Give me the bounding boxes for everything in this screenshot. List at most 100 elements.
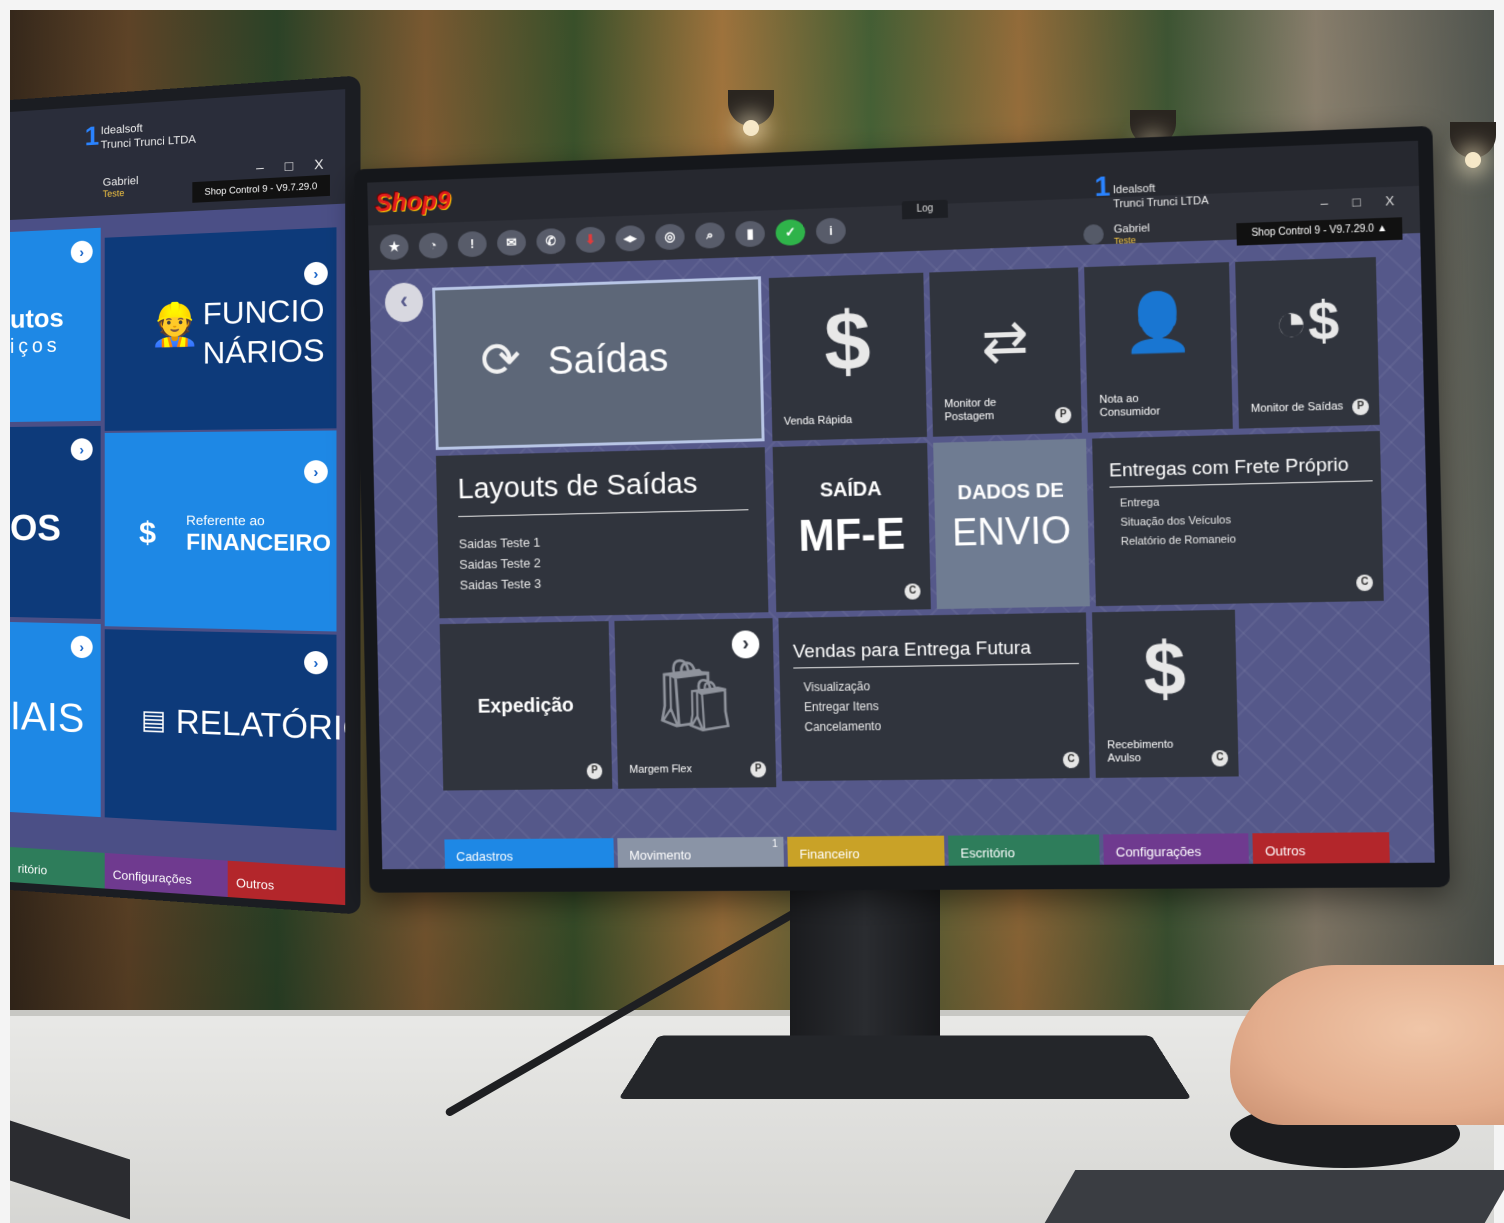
layouts-list: Saidas Teste 1 Saidas Teste 2 Saidas Tes… bbox=[459, 532, 542, 596]
tile-saidas[interactable]: ⟳ Saídas bbox=[432, 276, 765, 451]
chevron-right-icon[interactable]: › bbox=[304, 460, 328, 484]
instagram-icon[interactable]: ◎ bbox=[655, 223, 685, 251]
tile-expedicao[interactable]: Expedição P bbox=[439, 621, 613, 791]
tile-margem-flex[interactable]: › 🛍 Margem Flex P bbox=[614, 618, 777, 789]
tab-movimento[interactable]: Movimento 1 bbox=[617, 836, 784, 868]
tile-os[interactable]: › OS bbox=[10, 425, 101, 619]
toolbar-icons: ★ ◔! ✉ ✆ ⬇ ◂▸ ◎ ⌕ ▮ ✓ i bbox=[379, 217, 847, 261]
star-icon[interactable]: ★ bbox=[379, 233, 409, 261]
chart-dollar-icon: ◔$ bbox=[1273, 290, 1340, 354]
tab-cadastros[interactable]: Cadastros bbox=[444, 838, 615, 869]
shop9-logo: Shop9 bbox=[374, 185, 452, 218]
tab-escritorio[interactable]: Escritório bbox=[948, 834, 1100, 866]
company-info: Idealsoft Trunci Trunci LTDA bbox=[100, 122, 196, 152]
c-badge: C bbox=[904, 583, 921, 600]
list-item[interactable]: Situação dos Veículos bbox=[1120, 511, 1235, 533]
tile-recebimento-avulso[interactable]: $ Recebimento Avulso C bbox=[1092, 609, 1239, 778]
tile-relatorios[interactable]: › ▤ RELATÓRIOS bbox=[104, 629, 345, 831]
chevron-right-icon[interactable]: › bbox=[70, 635, 93, 659]
worker-icon: 👷 bbox=[149, 301, 201, 349]
back-button[interactable]: ‹ bbox=[384, 282, 424, 323]
dollar-icon: $ bbox=[1142, 625, 1187, 711]
version-label: Shop Control 9 - V9.7.29.0 bbox=[192, 174, 330, 203]
chevron-right-icon[interactable]: › bbox=[304, 650, 328, 675]
hand bbox=[1230, 965, 1504, 1125]
tile-entregas-frete[interactable]: Entregas com Frete Próprio Entrega Situa… bbox=[1092, 430, 1384, 607]
person-receipt-icon: 👤 bbox=[1121, 288, 1194, 355]
list-item[interactable]: Entrega bbox=[1120, 492, 1235, 514]
list-item[interactable]: Relatório de Romaneio bbox=[1121, 530, 1236, 552]
tile-funcionarios[interactable]: › 👷 FUNCIO NÁRIOS bbox=[104, 227, 337, 431]
tab-outros[interactable]: Outros bbox=[1252, 832, 1390, 864]
chevron-right-icon[interactable]: › bbox=[70, 240, 93, 264]
log-tab[interactable]: Log bbox=[901, 199, 949, 220]
shopping-bag-icon: 🛍 bbox=[649, 655, 741, 737]
exchange-arrows-icon: ⇄ bbox=[980, 308, 1030, 374]
tile-financeiro[interactable]: › $ Referente ao FINANCEIRO bbox=[104, 430, 337, 632]
report-icon: ▤ bbox=[141, 703, 167, 736]
list-item[interactable]: Visualização bbox=[803, 676, 880, 697]
tile-monitor-postagem[interactable]: ⇄ Monitor de Postagem P bbox=[929, 267, 1082, 437]
tile-venda-rapida[interactable]: $ Venda Rápida bbox=[768, 272, 928, 442]
left-monitor: 1 Idealsoft Trunci Trunci LTDA – □ X Gab… bbox=[10, 75, 361, 915]
window-controls[interactable]: – □ X bbox=[1320, 193, 1405, 211]
user-info: Gabriel Teste bbox=[102, 174, 139, 200]
tile-monitor-saidas[interactable]: ◔$ Monitor de Saídas P bbox=[1235, 257, 1380, 429]
list-item[interactable]: Saidas Teste 1 bbox=[459, 532, 541, 554]
version-label: Shop Control 9 - V9.7.29.0 ▲ bbox=[1236, 217, 1403, 246]
keyboard bbox=[1044, 1170, 1504, 1223]
window-controls[interactable]: – □ X bbox=[256, 156, 332, 176]
box-arrow-icon: ⟳ bbox=[479, 331, 522, 389]
remote-access-icon[interactable]: ◂▸ bbox=[615, 224, 645, 252]
search-icon[interactable]: ⌕ bbox=[695, 222, 725, 249]
chevron-right-icon[interactable]: › bbox=[70, 438, 93, 461]
list-item[interactable]: Cancelamento bbox=[804, 716, 881, 737]
c-badge: C bbox=[1356, 574, 1374, 592]
tile-produtos-servicos[interactable]: › utos iços bbox=[10, 227, 101, 422]
c-badge: C bbox=[1062, 751, 1080, 769]
user-info: Gabriel Teste bbox=[1083, 222, 1151, 246]
speedometer-icon[interactable]: ◔ bbox=[418, 232, 448, 259]
tile-vendas-entrega-futura[interactable]: Vendas para Entrega Futura Visualização … bbox=[778, 612, 1090, 782]
tab-configuracoes[interactable]: Configurações bbox=[1103, 833, 1249, 865]
list-item[interactable]: Entregar Itens bbox=[804, 696, 881, 717]
whatsapp-icon[interactable]: ✆ bbox=[536, 227, 566, 255]
tile-materiais[interactable]: › IAIS bbox=[10, 622, 101, 818]
left-screen: 1 Idealsoft Trunci Trunci LTDA – □ X Gab… bbox=[10, 89, 346, 906]
p-badge: P bbox=[750, 761, 767, 778]
main-monitor: Shop9 ★ ◔! ✉ ✆ ⬇ ◂▸ ◎ ⌕ ▮ ✓ i Log 1 Idealsoft Trun… bbox=[353, 125, 1450, 893]
p-badge: P bbox=[1054, 406, 1072, 424]
tile-saida-mfe[interactable]: SAÍDA MF-E C bbox=[772, 442, 931, 613]
app-window: Shop9 ★ ◔! ✉ ✆ ⬇ ◂▸ ◎ ⌕ ▮ ✓ i Log 1 Idealsoft Trun… bbox=[367, 140, 1435, 870]
list-item[interactable]: Saidas Teste 3 bbox=[460, 573, 542, 595]
vendas-futura-list: Visualização Entregar Itens Cancelamento bbox=[803, 676, 881, 737]
warning-icon: ▲ bbox=[1376, 222, 1388, 235]
check-icon[interactable]: ✓ bbox=[775, 219, 806, 246]
tile-dados-envio[interactable]: DADOS DE ENVIO bbox=[933, 438, 1090, 610]
alert-icon[interactable]: ! bbox=[457, 230, 487, 258]
tab-financeiro[interactable]: Financeiro bbox=[787, 835, 945, 867]
tile-nota-consumidor[interactable]: 👤 Nota ao Consumidor bbox=[1084, 262, 1233, 433]
dollar-icon: $ bbox=[823, 293, 872, 389]
left-header: 1 Idealsoft Trunci Trunci LTDA – □ X Gab… bbox=[10, 89, 346, 221]
list-item[interactable]: Saidas Teste 2 bbox=[459, 552, 541, 574]
chevron-right-icon[interactable]: › bbox=[304, 261, 328, 286]
download-icon[interactable]: ⬇ bbox=[575, 226, 606, 254]
money-icon: $ bbox=[139, 516, 157, 551]
p-badge: P bbox=[1352, 398, 1370, 416]
company-info: 1 Idealsoft Trunci Trunci LTDA bbox=[1094, 170, 1209, 211]
tab-configuracoes[interactable]: Configurações bbox=[104, 852, 228, 898]
tab-count-badge: 1 bbox=[771, 838, 778, 850]
c-badge: C bbox=[1211, 750, 1229, 767]
mail-icon[interactable]: ✉ bbox=[496, 229, 527, 256]
entregas-list: Entrega Situação dos Veículos Relatório … bbox=[1120, 492, 1236, 552]
info-icon[interactable]: i bbox=[815, 217, 847, 245]
tab-outros[interactable]: Outros bbox=[227, 860, 346, 906]
chart-icon[interactable]: ▮ bbox=[735, 220, 766, 248]
monitor-base bbox=[618, 1035, 1192, 1100]
tile-layouts-saidas[interactable]: Layouts de Saídas Saidas Teste 1 Saidas … bbox=[435, 447, 769, 619]
p-badge: P bbox=[586, 763, 603, 780]
tab-bar: Cadastros Movimento 1 Financeiro Escritó… bbox=[382, 826, 1435, 870]
monitor-stand bbox=[790, 880, 940, 1050]
tab-escritorio[interactable]: ritório bbox=[10, 847, 105, 889]
